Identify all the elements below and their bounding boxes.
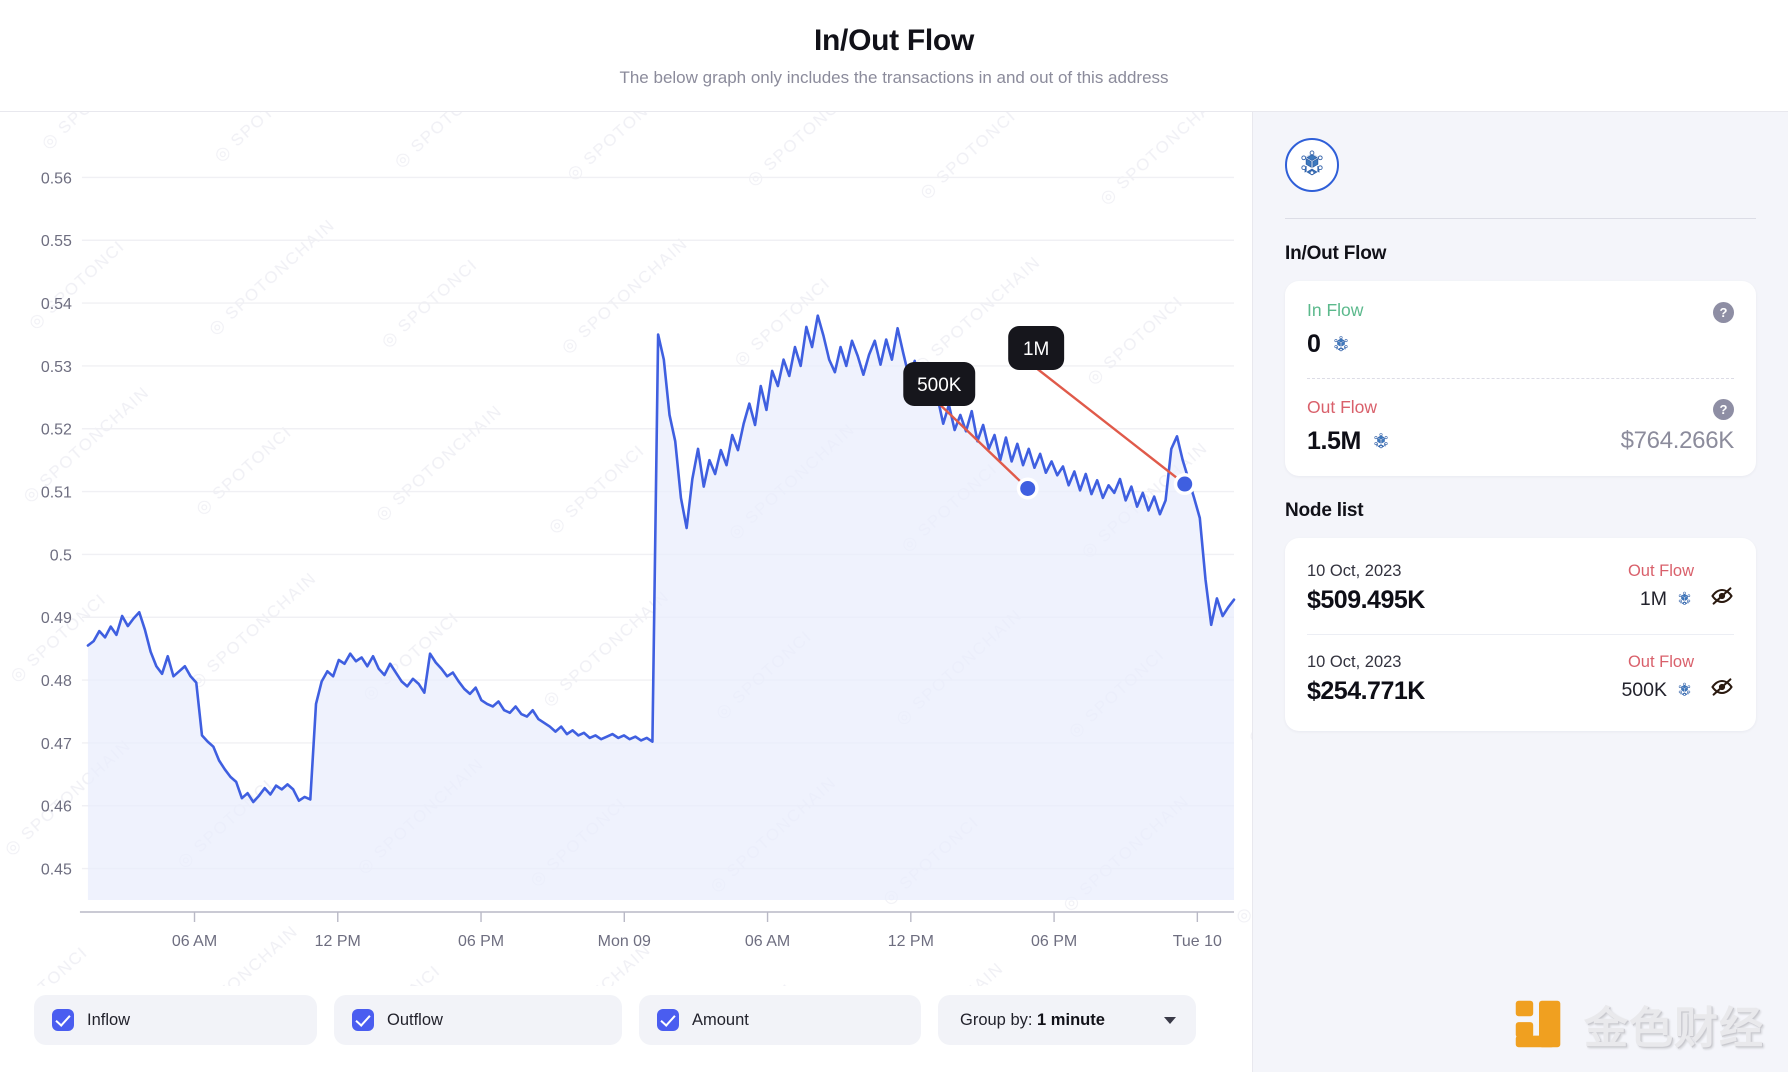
jinse-logo-icon [1515,1000,1561,1048]
y-axis-tick-label: 0.53 [41,359,72,376]
node-flow-info: Out Flow 1M [1628,562,1694,611]
in-out-flow-page: In/Out Flow The below graph only include… [0,0,1788,1072]
node-flow-label: Out Flow [1627,653,1694,671]
jinse-brand-text: 金色财经 [1584,1003,1764,1054]
brand-watermark: 金色财经 [1508,992,1764,1056]
y-axis-tick-label: 0.45 [41,862,72,879]
token-icon [1678,682,1691,696]
in-flow-value: 0 [1307,330,1321,358]
y-axis-tick-label: 0.55 [41,233,72,250]
token-icon [1678,591,1691,605]
outflow-toggle[interactable]: Outflow [334,995,622,1045]
inout-flow-section-title: In/Out Flow [1285,243,1387,264]
page-subtitle: The below graph only includes the transa… [619,68,1169,87]
node-left: 10 Oct, 2023 $509.495K [1307,562,1425,615]
out-flow-label: Out Flow [1307,397,1378,417]
inout-flow-line-chart[interactable]: ◎ SPOTONCHAIN◎ SPOTONCHAIN0.450.460.470.… [0,112,1252,986]
x-axis-tick-label: 12 PM [888,933,934,950]
sidebar-divider [1285,218,1756,219]
out-flow-value: 1.5M [1307,427,1361,455]
y-axis-tick-label: 0.46 [41,799,72,816]
node-amount-wrap: 500K [1621,679,1694,702]
chart-controls: Inflow Outflow Amount Group by: 1 minute [0,986,1252,1072]
node-date: 10 Oct, 2023 [1307,653,1402,671]
annotation-marker[interactable] [1177,476,1193,492]
page-title: In/Out Flow [813,24,974,57]
network-node-glyph [1301,150,1323,176]
eye-off-icon[interactable] [1710,675,1734,699]
node-usd-value: $509.495K [1307,586,1425,614]
x-axis-tick-label: Tue 10 [1173,933,1222,950]
node-left: 10 Oct, 2023 $254.771K [1307,653,1425,706]
flow-separator [1307,378,1734,379]
node-amount: 500K [1621,679,1667,701]
body-split: ◎ SPOTONCHAIN◎ SPOTONCHAIN0.450.460.470.… [0,112,1788,1072]
y-axis-tick-label: 0.49 [41,610,72,627]
node-list-item[interactable]: 10 Oct, 2023 $509.495K Out Flow 1M [1307,544,1734,634]
inflow-label: Inflow [87,1010,131,1029]
x-axis-tick-label: 12 PM [315,933,361,950]
out-flow-usd: $764.266K [1620,427,1735,454]
node-list: 10 Oct, 2023 $509.495K Out Flow 1M 10 Oc… [1285,538,1756,731]
group-by-prefix: Group by: [960,1010,1038,1029]
y-axis-tick-label: 0.56 [41,170,72,187]
node-flow-info: Out Flow 500K [1621,653,1694,702]
x-axis-tick-label: 06 AM [745,933,790,950]
token-icon [1333,335,1348,351]
in-flow-value-wrap: 0 [1307,330,1734,359]
node-list-item[interactable]: 10 Oct, 2023 $254.771K Out Flow 500K [1307,634,1734,725]
eye-off-icon[interactable] [1710,584,1734,608]
amount-toggle[interactable]: Amount [639,995,921,1045]
node-amount-wrap: 1M [1628,588,1694,611]
node-date: 10 Oct, 2023 [1307,562,1402,580]
node-list-title: Node list [1285,500,1364,521]
flow-summary-card: In Flow ? 0 Out Flow ? 1.5M $764.266K [1285,281,1756,476]
in-flow-label: In Flow [1307,300,1364,320]
annotation-badge-label: 1M [1023,339,1049,360]
y-axis-tick-label: 0.47 [41,736,72,753]
group-by-dropdown[interactable]: Group by: 1 minute [938,995,1196,1045]
node-flow-label: Out Flow [1627,562,1694,580]
node-amount: 1M [1639,588,1667,610]
group-by-text: Group by: 1 minute [960,1011,1105,1030]
in-flow-row: In Flow ? 0 [1307,300,1734,359]
annotation-badge-label: 500K [917,375,962,396]
annotation-marker[interactable] [1020,480,1036,496]
details-sidebar: In/Out Flow In Flow ? 0 Out Flow ? 1.5M … [1253,112,1788,1072]
inflow-toggle[interactable]: Inflow [34,995,317,1045]
amount-label: Amount [692,1010,749,1029]
in-flow-help-icon[interactable]: ? [1713,302,1734,323]
chart-pane: ◎ SPOTONCHAIN◎ SPOTONCHAIN0.450.460.470.… [0,112,1253,1072]
y-axis-tick-label: 0.52 [41,422,72,439]
x-axis-tick-label: 06 AM [172,933,217,950]
network-node-icon [1285,138,1339,192]
x-axis-tick-label: Mon 09 [598,933,651,950]
x-axis-tick-label: 06 PM [458,933,504,950]
y-axis-tick-label: 0.54 [41,296,72,313]
node-usd-value: $254.771K [1307,677,1425,705]
group-by-value: 1 minute [1037,1010,1105,1029]
x-axis-tick-label: 06 PM [1031,933,1077,950]
node-right: Out Flow 500K [1621,653,1734,702]
inflow-checkbox[interactable] [52,1009,74,1031]
out-flow-help-icon[interactable]: ? [1713,399,1734,420]
y-axis-tick-label: 0.51 [41,485,72,502]
chevron-down-icon[interactable] [1164,1016,1176,1024]
node-right: Out Flow 1M [1628,562,1734,611]
out-flow-row: Out Flow ? 1.5M $764.266K [1307,397,1734,456]
page-header: In/Out Flow The below graph only include… [0,0,1788,112]
token-icon [1374,432,1388,448]
amount-checkbox[interactable] [657,1009,679,1031]
y-axis-tick-label: 0.5 [50,547,72,564]
chart-area: ◎ SPOTONCHAIN◎ SPOTONCHAIN0.450.460.470.… [0,112,1252,986]
y-axis-tick-label: 0.48 [41,673,72,690]
outflow-checkbox[interactable] [352,1009,374,1031]
outflow-label: Outflow [387,1010,443,1029]
